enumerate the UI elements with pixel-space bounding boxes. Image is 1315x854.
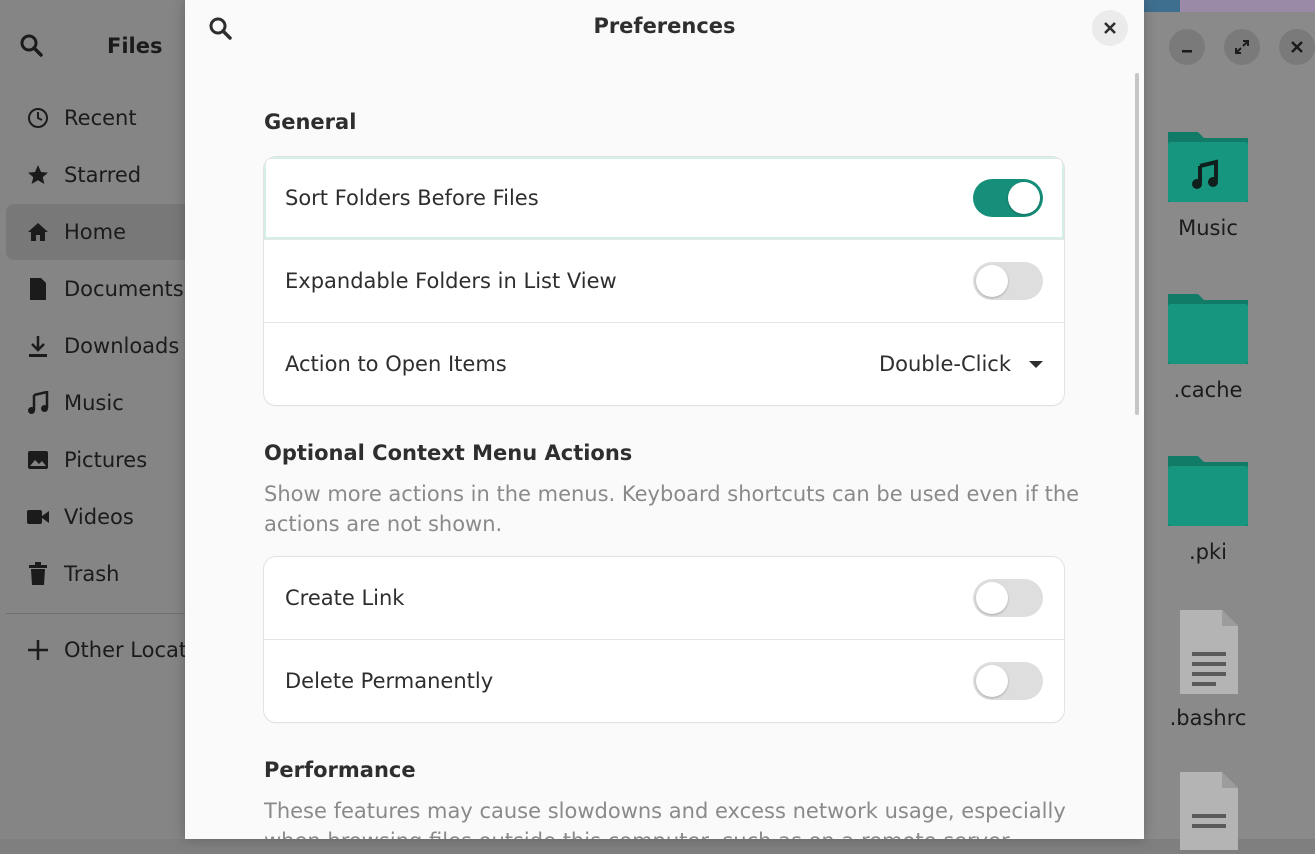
expandable-folders-row[interactable]: Expandable Folders in List View [264,239,1064,322]
sidebar-item-label: Home [64,220,127,244]
row-label: Create Link [285,586,405,610]
file-name: .bashrc [1169,706,1247,730]
files-sidebar: Files Recent Starred Home Documents Down… [0,0,206,839]
sidebar-item-music[interactable]: Music [6,375,206,431]
maximize-button[interactable] [1224,29,1260,65]
preferences-dialog: Preferences General Sort Folders Before … [185,0,1144,839]
plus-icon [26,638,50,662]
sidebar-item-home[interactable]: Home [6,204,206,260]
sidebar-item-label: Pictures [64,448,148,472]
context-menu-group: Create Link Delete Permanently [264,557,1064,722]
sort-folders-switch[interactable] [973,179,1043,217]
picture-icon [26,448,50,472]
sidebar-item-label: Trash [64,562,120,586]
sidebar-item-label: Music [64,391,124,415]
music-folder-icon [1168,132,1248,202]
scrollbar[interactable] [1135,73,1139,415]
folder-icon [1168,294,1248,364]
music-icon [26,391,50,415]
sidebar-divider [6,613,196,614]
section-description: Show more actions in the menus. Keyboard… [264,482,1080,536]
star-icon [26,163,50,187]
minimize-icon [1182,50,1192,53]
download-icon [26,334,50,358]
sidebar-item-label: Starred [64,163,142,187]
section-title-context-menu: Optional Context Menu Actions [264,441,633,465]
trash-icon [26,562,50,586]
row-label: Sort Folders Before Files [285,186,539,210]
text-file-icon [1180,772,1238,850]
sidebar-item-recent[interactable]: Recent [6,90,206,146]
sidebar-item-documents[interactable]: Documents [6,261,206,317]
sidebar-item-other-locations[interactable]: Other Locat [6,622,206,678]
close-window-button[interactable] [1279,29,1315,65]
chevron-down-icon [1029,360,1043,368]
file-name: .pki [1188,540,1227,564]
wallpaper [1180,0,1315,12]
sidebar-item-label: Videos [64,505,134,529]
switch-knob [976,665,1008,697]
dialog-title: Preferences [593,14,736,38]
sidebar-item-downloads[interactable]: Downloads [6,318,206,374]
dropdown-value: Double-Click [878,352,1011,376]
sidebar-item-videos[interactable]: Videos [6,489,206,545]
video-icon [26,505,50,529]
action-open-dropdown[interactable]: Double-Click [879,352,1043,376]
document-icon [26,277,50,301]
file-item-cache[interactable]: .cache [1160,288,1256,402]
folder-icon [1168,456,1248,526]
minimize-button[interactable] [1169,29,1205,65]
section-description: These features may cause slowdowns and e… [264,799,1066,839]
file-item-partial[interactable] [1160,770,1256,854]
delete-permanently-switch[interactable] [973,662,1043,700]
row-label: Expandable Folders in List View [285,269,617,293]
section-title-performance: Performance [264,758,416,782]
switch-knob [976,582,1008,614]
sidebar-item-trash[interactable]: Trash [6,546,206,602]
switch-knob [976,265,1008,297]
create-link-switch[interactable] [973,579,1043,617]
sort-folders-row[interactable]: Sort Folders Before Files [264,157,1064,239]
text-file-icon [1180,610,1238,694]
file-name: .cache [1173,378,1243,402]
maximize-icon [1235,40,1249,54]
delete-permanently-row[interactable]: Delete Permanently [264,639,1064,722]
sidebar-item-label: Other Locat [64,638,188,662]
close-icon [1291,41,1303,53]
file-item-bashrc[interactable]: .bashrc [1160,608,1256,730]
row-label: Delete Permanently [285,669,494,693]
file-name: Music [1178,216,1238,240]
section-title-general: General [264,110,357,134]
switch-knob [1008,182,1040,214]
sidebar-item-label: Recent [64,106,137,130]
home-icon [26,220,50,244]
files-title: Files [107,34,163,58]
sidebar-item-pictures[interactable]: Pictures [6,432,206,488]
action-open-row[interactable]: Action to Open Items Double-Click [264,322,1064,405]
create-link-row[interactable]: Create Link [264,557,1064,639]
sidebar-item-label: Documents [64,277,184,301]
close-dialog-button[interactable] [1092,10,1128,46]
expandable-folders-switch[interactable] [973,262,1043,300]
close-icon [1104,22,1116,34]
sidebar-item-label: Downloads [64,334,180,358]
clock-icon [26,106,50,130]
sidebar-item-starred[interactable]: Starred [6,147,206,203]
row-label: Action to Open Items [285,352,507,376]
search-icon[interactable] [18,32,46,60]
file-item-pki[interactable]: .pki [1160,450,1256,564]
file-item-music[interactable]: Music [1160,126,1256,240]
general-group: Sort Folders Before Files Expandable Fol… [264,157,1064,405]
